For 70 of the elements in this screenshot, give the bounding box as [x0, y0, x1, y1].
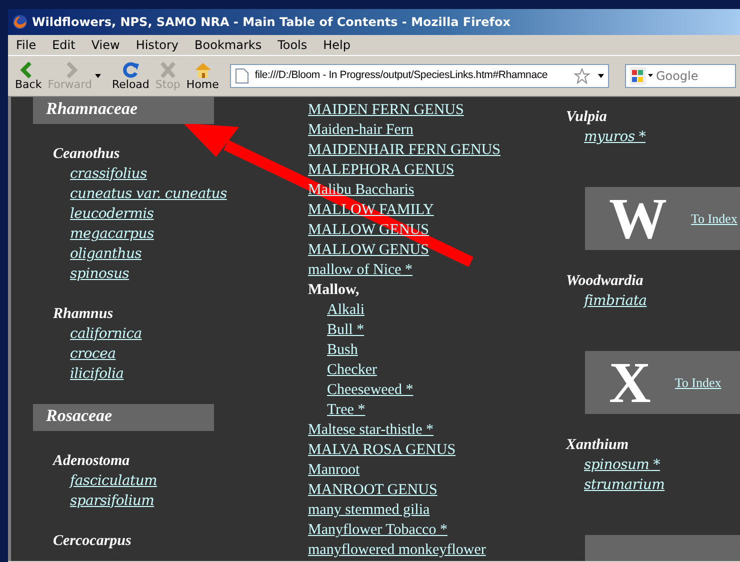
index-link[interactable]: Maiden-hair Fern [308, 122, 414, 138]
species-link[interactable]: cuneatus var. cuneatus [70, 186, 227, 202]
star-icon[interactable] [574, 68, 590, 84]
group-heading: Mallow, [308, 281, 360, 300]
index-link[interactable]: Manyflower Tobacco * [308, 522, 448, 538]
genus-heading: Adenostoma [51, 452, 131, 471]
species-link[interactable]: oliganthus [70, 246, 142, 262]
species-link[interactable]: strumarium [584, 477, 665, 493]
reload-button[interactable]: Reload [108, 58, 152, 94]
species-link[interactable]: sparsifolium [70, 493, 154, 509]
menu-item[interactable]: Tools [270, 35, 316, 55]
index-link[interactable]: manyflowered monkeyflower [308, 542, 486, 558]
back-button[interactable]: Back [12, 58, 45, 94]
address-bar[interactable]: file:///D:/Bloom - In Progress/output/SpeciesLinks.htm#Rhamnace [230, 64, 609, 88]
index-letter: W [609, 187, 667, 250]
genus-heading: Rhamnus [52, 305, 114, 324]
index-link[interactable]: Alkali [327, 302, 364, 318]
search-bar[interactable]: Google [624, 64, 736, 88]
index-link[interactable]: MAIDENHAIR FERN GENUS [308, 142, 501, 158]
reload-icon [120, 60, 141, 79]
index-link[interactable]: MALVA ROSA GENUS [308, 442, 456, 458]
species-link[interactable]: ilicifolia [70, 366, 124, 382]
index-link[interactable]: MALEPHORA GENUS [308, 162, 454, 178]
index-letter: X [609, 351, 651, 414]
menu-item[interactable]: History [128, 35, 187, 55]
dropdown-caret-icon[interactable] [598, 74, 604, 78]
home-icon [192, 60, 213, 79]
menu-item[interactable]: Help [315, 35, 358, 55]
species-link[interactable]: spinosum * [584, 457, 660, 473]
species-link[interactable]: myuros * [584, 129, 646, 145]
browser-logo-icon [12, 14, 28, 30]
species-link[interactable]: fimbriata [584, 293, 647, 309]
genus-heading: Woodwardia [566, 272, 644, 291]
to-index-link[interactable]: To Index [691, 208, 738, 228]
to-index-link[interactable]: To Index [674, 372, 722, 392]
index-link[interactable]: MAIDEN FERN GENUS [308, 102, 464, 118]
window-title: Wildflowers, NPS, SAMO NRA - Main Table of Contents - Mozilla Firefox [32, 14, 510, 31]
species-link[interactable]: crassifolius [70, 166, 147, 182]
genus-heading: Cercocarpus [52, 532, 132, 551]
index-link[interactable]: MANROOT GENUS [308, 482, 438, 498]
index-link[interactable]: Checker [327, 362, 377, 378]
index-link[interactable]: Cheeseweed * [327, 382, 414, 398]
menu-item[interactable]: Edit [44, 35, 84, 55]
genus-heading: Ceanothus [52, 145, 121, 164]
x-mark-icon [158, 60, 178, 79]
species-link[interactable]: megacarpus [70, 226, 154, 242]
home-button[interactable]: Home [183, 58, 222, 94]
index-link[interactable]: Manroot [308, 462, 360, 478]
species-link[interactable]: spinosus [70, 266, 130, 282]
menu-item[interactable]: File [8, 35, 44, 55]
family-heading: Rhamnaceae [33, 97, 214, 124]
index-link[interactable]: MALLOW GENUS [308, 242, 429, 258]
menu-item[interactable]: Bookmarks [186, 35, 270, 55]
page-icon [234, 68, 249, 84]
index-link[interactable]: many stemmed gilia [308, 502, 430, 518]
family-heading: Rosaceae [33, 404, 214, 431]
menu-item[interactable]: View [83, 35, 128, 55]
index-link[interactable]: Tree * [327, 402, 366, 418]
species-link[interactable]: leucodermis [70, 206, 154, 222]
index-link[interactable]: Bull * [327, 322, 364, 338]
genus-heading: Xanthium [566, 436, 630, 455]
dropdown-caret-icon[interactable] [94, 74, 101, 78]
index-link[interactable]: Maltese star-thistle * [308, 422, 434, 438]
genus-heading: Vulpia [566, 108, 608, 127]
search-engine-icon[interactable] [630, 67, 654, 85]
species-link[interactable]: fasciculatum [70, 473, 158, 489]
index-link[interactable]: Bush [327, 342, 358, 358]
species-link[interactable]: crocea [70, 346, 116, 362]
species-link[interactable]: californica [70, 326, 142, 342]
index-link[interactable]: mallow of Nice * [308, 262, 413, 278]
